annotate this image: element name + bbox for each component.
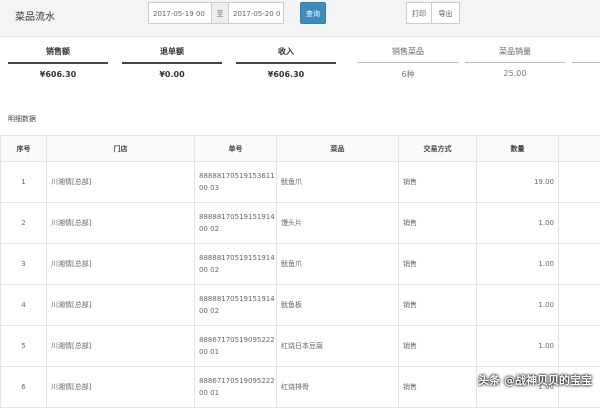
cell-store: 川湘情[总部] bbox=[47, 285, 195, 326]
cell-order-no: 8886717051909522200 01 bbox=[195, 326, 277, 367]
page-title: 菜品流水 bbox=[15, 8, 55, 23]
cell-order-no: 8888817051915191400 02 bbox=[195, 203, 277, 244]
summary-label: 销售菜品 bbox=[358, 44, 458, 63]
cell-order-no: 8888817051915361100 03 bbox=[195, 162, 277, 203]
detail-section-title: 明细数据 bbox=[8, 114, 36, 124]
table-row[interactable]: 2 川湘情[总部] 8888817051915191400 02 馒头片 销售 … bbox=[1, 203, 600, 244]
summary-value: 6种 bbox=[358, 69, 458, 80]
column-header[interactable]: 菜品 bbox=[277, 136, 399, 162]
cell-trade-type: 销售 bbox=[399, 326, 477, 367]
column-header[interactable]: 交易方式 bbox=[399, 136, 477, 162]
summary-sales: 销售额 ¥606.30 bbox=[8, 44, 108, 79]
column-header[interactable]: 门店 bbox=[47, 136, 195, 162]
cell-index: 1 bbox=[1, 162, 47, 203]
cell-extra bbox=[559, 285, 600, 326]
summary-income: 收入 ¥606.30 bbox=[236, 44, 336, 79]
summary-dish-count: 销售菜品 6种 bbox=[358, 44, 458, 80]
print-button[interactable]: 打印 bbox=[406, 2, 432, 24]
cell-quantity: 1.00 bbox=[477, 326, 559, 367]
summary-value: ¥0.00 bbox=[122, 70, 222, 79]
start-date-input[interactable]: 2017-05-19 00 bbox=[148, 2, 212, 24]
column-header[interactable]: 序号 bbox=[1, 136, 47, 162]
cell-extra bbox=[559, 203, 600, 244]
cell-quantity: 1.00 bbox=[477, 244, 559, 285]
cell-dish: 鱿鱼板 bbox=[277, 285, 399, 326]
column-header-extra bbox=[559, 136, 600, 162]
cell-dish: 红烧日本豆腐 bbox=[277, 326, 399, 367]
cell-index: 4 bbox=[1, 285, 47, 326]
cell-index: 6 bbox=[1, 367, 47, 408]
summary-label: 销售额 bbox=[8, 44, 108, 64]
table-row[interactable]: 4 川湘情[总部] 8888817051915191400 02 鱿鱼板 销售 … bbox=[1, 285, 600, 326]
query-button[interactable]: 查询 bbox=[300, 2, 326, 24]
end-date-input[interactable]: 2017-05-20 0 bbox=[228, 2, 284, 24]
cell-trade-type: 销售 bbox=[399, 244, 477, 285]
summary-label: 退单额 bbox=[122, 44, 222, 64]
cell-store: 川湘情[总部] bbox=[47, 162, 195, 203]
summary-label: 收入 bbox=[236, 44, 336, 64]
table-header-row: 序号 门店 单号 菜品 交易方式 数量 bbox=[1, 136, 600, 162]
cell-store: 川湘情[总部] bbox=[47, 367, 195, 408]
toolbar: 菜品流水 2017-05-19 00 至 2017-05-20 0 查询 打印 … bbox=[0, 0, 600, 37]
cell-trade-type: 销售 bbox=[399, 367, 477, 408]
summary-value: ¥606.30 bbox=[236, 70, 336, 79]
cell-index: 5 bbox=[1, 326, 47, 367]
summary-label: 菜品销量 bbox=[465, 44, 565, 63]
summary-value: ¥606.30 bbox=[8, 70, 108, 79]
cell-quantity: 1.00 bbox=[477, 285, 559, 326]
date-range-separator: 至 bbox=[212, 2, 228, 24]
column-header[interactable]: 数量 bbox=[477, 136, 559, 162]
detail-table: 序号 门店 单号 菜品 交易方式 数量 1 川湘情[总部] 8888817051… bbox=[0, 135, 600, 408]
table-row[interactable]: 5 川湘情[总部] 8886717051909522200 01 红烧日本豆腐 … bbox=[1, 326, 600, 367]
cell-order-no: 8886717051909522200 01 bbox=[195, 367, 277, 408]
cell-store: 川湘情[总部] bbox=[47, 203, 195, 244]
cell-dish: 红烧排骨 bbox=[277, 367, 399, 408]
cell-trade-type: 销售 bbox=[399, 162, 477, 203]
summary-dish-volume: 菜品销量 25.00 bbox=[465, 44, 565, 78]
cell-index: 3 bbox=[1, 244, 47, 285]
cell-extra bbox=[559, 326, 600, 367]
summary-panel: 销售额 ¥606.30 退单额 ¥0.00 收入 ¥606.30 销售菜品 6种… bbox=[0, 44, 600, 104]
cell-extra bbox=[559, 162, 600, 203]
cell-order-no: 8888817051915191400 02 bbox=[195, 244, 277, 285]
cell-quantity: 19.00 bbox=[477, 162, 559, 203]
cell-store: 川湘情[总部] bbox=[47, 326, 195, 367]
cell-dish: 鱿鱼爪 bbox=[277, 162, 399, 203]
cell-quantity: 1.00 bbox=[477, 203, 559, 244]
table-row[interactable]: 3 川湘情[总部] 8888817051915191400 02 鱿鱼爪 销售 … bbox=[1, 244, 600, 285]
cell-index: 2 bbox=[1, 203, 47, 244]
export-button[interactable]: 导出 bbox=[432, 2, 460, 24]
cell-extra bbox=[559, 244, 600, 285]
cell-order-no: 8888817051915191400 02 bbox=[195, 285, 277, 326]
cell-dish: 馒头片 bbox=[277, 203, 399, 244]
summary-divider bbox=[572, 44, 600, 63]
summary-refund: 退单额 ¥0.00 bbox=[122, 44, 222, 79]
watermark: 头条 @战神贝贝的宝宝 bbox=[478, 372, 592, 388]
cell-trade-type: 销售 bbox=[399, 203, 477, 244]
table-row[interactable]: 1 川湘情[总部] 8888817051915361100 03 鱿鱼爪 销售 … bbox=[1, 162, 600, 203]
cell-store: 川湘情[总部] bbox=[47, 244, 195, 285]
cell-dish: 鱿鱼爪 bbox=[277, 244, 399, 285]
column-header[interactable]: 单号 bbox=[195, 136, 277, 162]
summary-value: 25.00 bbox=[465, 69, 565, 78]
cell-trade-type: 销售 bbox=[399, 285, 477, 326]
